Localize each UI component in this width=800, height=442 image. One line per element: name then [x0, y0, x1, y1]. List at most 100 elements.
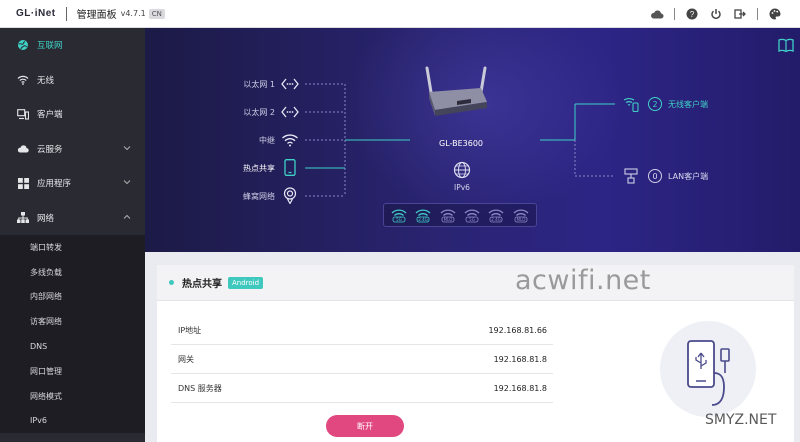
tethering-detail-card: 热点共享 Android IP地址 192.168.81.66 网关 192.1…	[157, 265, 794, 442]
info-value: 192.168.81.66	[488, 325, 547, 335]
manual-book-icon[interactable]	[778, 38, 794, 53]
wireless-clients-link[interactable]: 无线客户端	[668, 99, 708, 110]
wan-label-cellular[interactable]: 蜂窝网络	[185, 191, 275, 202]
sidebar-subitem-port-management[interactable]: 网口管理	[0, 359, 145, 384]
sidebar: 互联网 无线 客户端 云服务 应用程序 网络 端口转发 多线负载 内部网络 访客…	[0, 28, 145, 442]
sidebar-item-label: 云服务	[37, 144, 63, 155]
logout-icon[interactable]	[733, 7, 747, 21]
disconnect-button[interactable]: 断开	[326, 415, 404, 437]
sidebar-subitem-multi-wan[interactable]: 多线负载	[0, 260, 145, 285]
band-label: 2.4G	[492, 217, 501, 222]
header-divider	[757, 8, 758, 20]
wireless-client-icon	[623, 96, 639, 113]
phone-usb-illustration	[660, 321, 756, 417]
header-divider	[65, 6, 67, 21]
svg-text:?: ?	[690, 10, 695, 19]
apps-icon	[17, 177, 29, 189]
ipv6-label: IPv6	[454, 183, 470, 192]
sidebar-item-wireless[interactable]: 无线	[0, 63, 145, 98]
lan-clients-link[interactable]: LAN客户端	[668, 171, 708, 182]
os-badge: Android	[228, 276, 264, 289]
band-mlo-icon[interactable]: MLO	[439, 207, 457, 223]
sidebar-subitem-lan[interactable]: 内部网络	[0, 285, 145, 310]
chevron-down-icon	[123, 178, 131, 187]
band-24g-icon[interactable]: 2.4G	[414, 207, 432, 223]
theme-icon[interactable]	[768, 7, 782, 21]
watermark-acwifi: acwifi.net	[515, 265, 651, 296]
band-mlo-guest-icon[interactable]: MLO	[512, 207, 530, 223]
top-bar: GL·iNet 管理面板 v4.7.1 CN ?	[0, 0, 800, 28]
info-row-gateway: 网关 192.168.81.8	[171, 345, 553, 374]
sidebar-item-applications[interactable]: 应用程序	[0, 166, 145, 201]
sidebar-item-label: 应用程序	[37, 179, 72, 190]
card-title: 热点共享	[182, 279, 222, 290]
info-label: 网关	[178, 354, 194, 364]
band-label: 2.4G	[419, 217, 428, 222]
sidebar-item-network[interactable]: 网络	[0, 201, 145, 236]
info-row-dns: DNS 服务器 192.168.81.8	[171, 374, 553, 403]
sidebar-item-label: 无线	[37, 75, 55, 86]
cellular-icon	[281, 186, 299, 204]
clients-icon	[17, 108, 29, 120]
ethernet-icon	[281, 76, 299, 92]
sidebar-item-internet[interactable]: 互联网	[0, 28, 145, 63]
band-5g-guest-icon[interactable]: 5G	[463, 207, 481, 223]
wan-label-repeater[interactable]: 中继	[185, 135, 275, 146]
sidebar-subitem-guest-network[interactable]: 访客网络	[0, 309, 145, 334]
status-dot	[169, 280, 174, 285]
band-label: 5G	[396, 217, 402, 222]
repeater-wifi-icon	[281, 132, 299, 148]
wan-label-ethernet-2[interactable]: 以太网 2	[185, 107, 275, 118]
usb-phone-icon	[687, 340, 730, 406]
firmware-version: v4.7.1	[120, 9, 146, 18]
wifi-icon	[17, 74, 29, 86]
watermark-smyz: SMYZ.NET	[705, 412, 777, 428]
band-24g-guest-icon[interactable]: 2.4G	[487, 207, 505, 223]
wan-label-ethernet-1[interactable]: 以太网 1	[185, 79, 275, 90]
chevron-down-icon	[123, 144, 131, 153]
internet-icon	[17, 39, 29, 51]
router-device-image	[425, 66, 487, 116]
band-5g-icon[interactable]: 5G	[390, 207, 408, 223]
phone-icon	[281, 158, 299, 176]
info-value: 192.168.81.8	[493, 354, 547, 364]
info-row-ip: IP地址 192.168.81.66	[171, 316, 553, 345]
sidebar-item-label: 互联网	[37, 41, 63, 52]
lan-client-count: 0	[648, 169, 662, 183]
info-label: DNS 服务器	[178, 383, 222, 393]
sidebar-subitem-ipv6[interactable]: IPv6	[0, 409, 145, 434]
power-icon[interactable]	[709, 7, 723, 21]
help-icon[interactable]: ?	[685, 7, 699, 21]
info-value: 192.168.81.8	[493, 383, 547, 393]
header-divider	[674, 8, 675, 20]
cloud-icon	[17, 143, 29, 155]
sidebar-item-label: 网络	[37, 213, 55, 224]
sidebar-subitem-port-forwarding[interactable]: 端口转发	[0, 235, 145, 260]
wifi-band-indicators: 5G 2.4G MLO 5G 2.4G MLO	[383, 203, 537, 227]
band-label: 5G	[469, 217, 475, 222]
header-actions: ?	[640, 0, 782, 28]
info-label: IP地址	[178, 325, 202, 335]
sidebar-item-cloud[interactable]: 云服务	[0, 132, 145, 167]
lan-client-icon	[623, 168, 639, 184]
chevron-up-icon	[123, 213, 131, 222]
band-label: MLO	[516, 217, 525, 222]
wan-label-tethering[interactable]: 热点共享	[185, 163, 275, 174]
network-topology-panel: 以太网 1 以太网 2 中继 热点共享 蜂窝网络 GL-BE3600 IPv6 …	[145, 28, 800, 252]
band-label: MLO	[443, 217, 452, 222]
card-header: 热点共享 Android	[157, 265, 794, 301]
ipv6-globe-icon	[453, 161, 471, 179]
brand-logo: GL·iNet	[16, 8, 56, 19]
language-badge[interactable]: CN	[148, 8, 165, 19]
ethernet-icon	[281, 104, 299, 120]
sidebar-item-clients[interactable]: 客户端	[0, 97, 145, 132]
wireless-client-count: 2	[648, 97, 662, 111]
sidebar-subitem-network-mode[interactable]: 网络模式	[0, 384, 145, 409]
sidebar-item-label: 客户端	[37, 110, 63, 121]
page-title: 管理面板	[76, 10, 117, 21]
router-model-name: GL-BE3600	[439, 139, 484, 148]
sidebar-subitem-dns[interactable]: DNS	[0, 334, 145, 359]
cloud-icon[interactable]	[650, 7, 664, 21]
network-icon	[17, 212, 29, 224]
network-submenu: 端口转发 多线负载 内部网络 访客网络 DNS 网口管理 网络模式 IPv6	[0, 235, 145, 434]
